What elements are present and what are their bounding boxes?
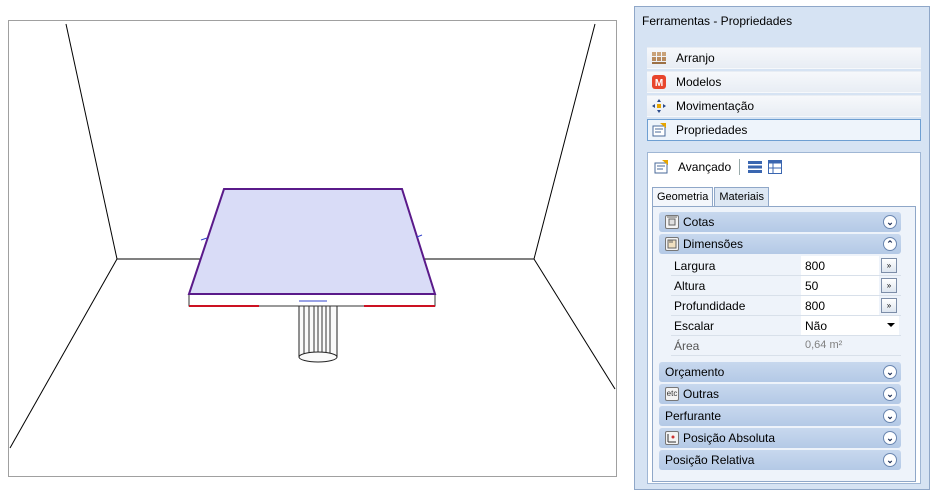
room-edge-left-back (65, 23, 118, 260)
3d-viewport[interactable] (8, 20, 617, 477)
prop-label: Largura (674, 259, 716, 273)
group-label: Posição Absoluta (683, 431, 776, 445)
panel-title: Ferramentas - Propriedades (642, 14, 793, 28)
nav-item-label: Propriedades (676, 123, 748, 137)
nav-item-arranjo[interactable]: Arranjo (647, 47, 921, 69)
group-perfurante[interactable]: Perfurante ⌄ (659, 406, 901, 426)
group-posicao-absoluta[interactable]: Posição Absoluta ⌄ (659, 428, 901, 448)
nav-item-modelos[interactable]: M Modelos (647, 71, 921, 93)
ruler-icon (665, 237, 679, 251)
nav-item-propriedades[interactable]: Propriedades (647, 119, 921, 141)
svg-text:M: M (655, 78, 663, 89)
altura-input[interactable]: 50 (801, 276, 879, 295)
room-scene (9, 23, 616, 449)
prop-row-escalar: Escalar Não (671, 316, 901, 336)
tab-content: Cotas ⌄ Dimensões ⌃ Largura 800 » Altura… (652, 206, 916, 482)
nav-item-label: Arranjo (676, 51, 715, 65)
group-posicao-relativa[interactable]: Posição Relativa ⌄ (659, 450, 901, 470)
tab-geometria[interactable]: Geometria (652, 187, 714, 207)
nav-item-label: Modelos (676, 75, 722, 89)
advanced-toolbar: Avançado (648, 153, 920, 181)
move-icon (652, 99, 666, 113)
axis-position-icon (665, 431, 679, 445)
expand-chevron-icon[interactable]: ⌄ (883, 431, 897, 445)
prop-row-area: Área 0,64 m² (671, 336, 901, 356)
group-outras[interactable]: etc Outras ⌄ (659, 384, 901, 404)
expand-chevron-icon[interactable]: ⌄ (883, 387, 897, 401)
prop-label: Profundidade (674, 299, 746, 313)
expand-chevron-icon[interactable]: ⌄ (883, 215, 897, 229)
group-label: Cotas (683, 215, 715, 229)
prop-label: Área (674, 339, 700, 353)
etc-icon: etc (665, 387, 679, 401)
group-dimensoes[interactable]: Dimensões ⌃ (659, 234, 901, 254)
profundidade-input[interactable]: 800 (801, 296, 879, 315)
table-view-icon[interactable] (768, 160, 783, 174)
group-label: Dimensões (683, 237, 744, 251)
tools-properties-panel: Ferramentas - Propriedades Arranjo M Mod… (634, 6, 930, 490)
altura-more-button[interactable]: » (881, 278, 897, 293)
expand-chevron-icon[interactable]: ⌄ (883, 409, 897, 423)
property-tabs: Geometria Materiais (652, 187, 770, 207)
area-value: 0,64 m² (805, 339, 843, 351)
properties-area: Avançado Geometria Materiais Cotas ⌄ Dim… (647, 152, 921, 484)
prop-label: Escalar (674, 319, 715, 333)
arrangement-icon (652, 51, 666, 65)
group-label: Perfurante (665, 409, 722, 423)
group-orcamento[interactable]: Orçamento ⌄ (659, 362, 901, 382)
nav-item-label: Movimentação (676, 99, 755, 113)
properties-icon (654, 160, 668, 174)
group-cotas[interactable]: Cotas ⌄ (659, 212, 901, 232)
profundidade-more-button[interactable]: » (881, 298, 897, 313)
room-edge-floor-right (533, 258, 616, 390)
prop-row-altura: Altura 50 » (671, 276, 901, 296)
largura-more-button[interactable]: » (881, 258, 897, 273)
list-view-icon[interactable] (748, 160, 763, 174)
dropdown-arrow-icon (887, 323, 895, 327)
table-leg (298, 302, 338, 363)
advanced-button[interactable]: Avançado (678, 160, 731, 174)
prop-label: Altura (674, 279, 706, 293)
table-top (187, 188, 437, 307)
largura-input[interactable]: 800 (801, 256, 879, 275)
prop-row-largura: Largura 800 » (671, 256, 901, 276)
expand-chevron-icon[interactable]: ⌄ (883, 365, 897, 379)
expand-chevron-icon[interactable]: ⌄ (883, 453, 897, 467)
escalar-select[interactable]: Não (801, 316, 899, 335)
group-label: Posição Relativa (665, 453, 755, 467)
prop-row-profundidade: Profundidade 800 » (671, 296, 901, 316)
models-icon: M (652, 75, 666, 89)
room-edge-floor-left (9, 258, 118, 449)
properties-icon (652, 123, 666, 137)
group-label: Outras (683, 387, 720, 401)
group-label: Orçamento (665, 365, 725, 379)
escalar-value: Não (805, 319, 828, 333)
dimension-lines-icon (665, 215, 679, 229)
nav-item-movimentacao[interactable]: Movimentação (647, 95, 921, 117)
tab-materiais[interactable]: Materiais (714, 187, 769, 206)
collapse-chevron-icon[interactable]: ⌃ (883, 237, 897, 251)
toolbar-separator (739, 159, 741, 175)
room-edge-right-back (533, 23, 596, 260)
